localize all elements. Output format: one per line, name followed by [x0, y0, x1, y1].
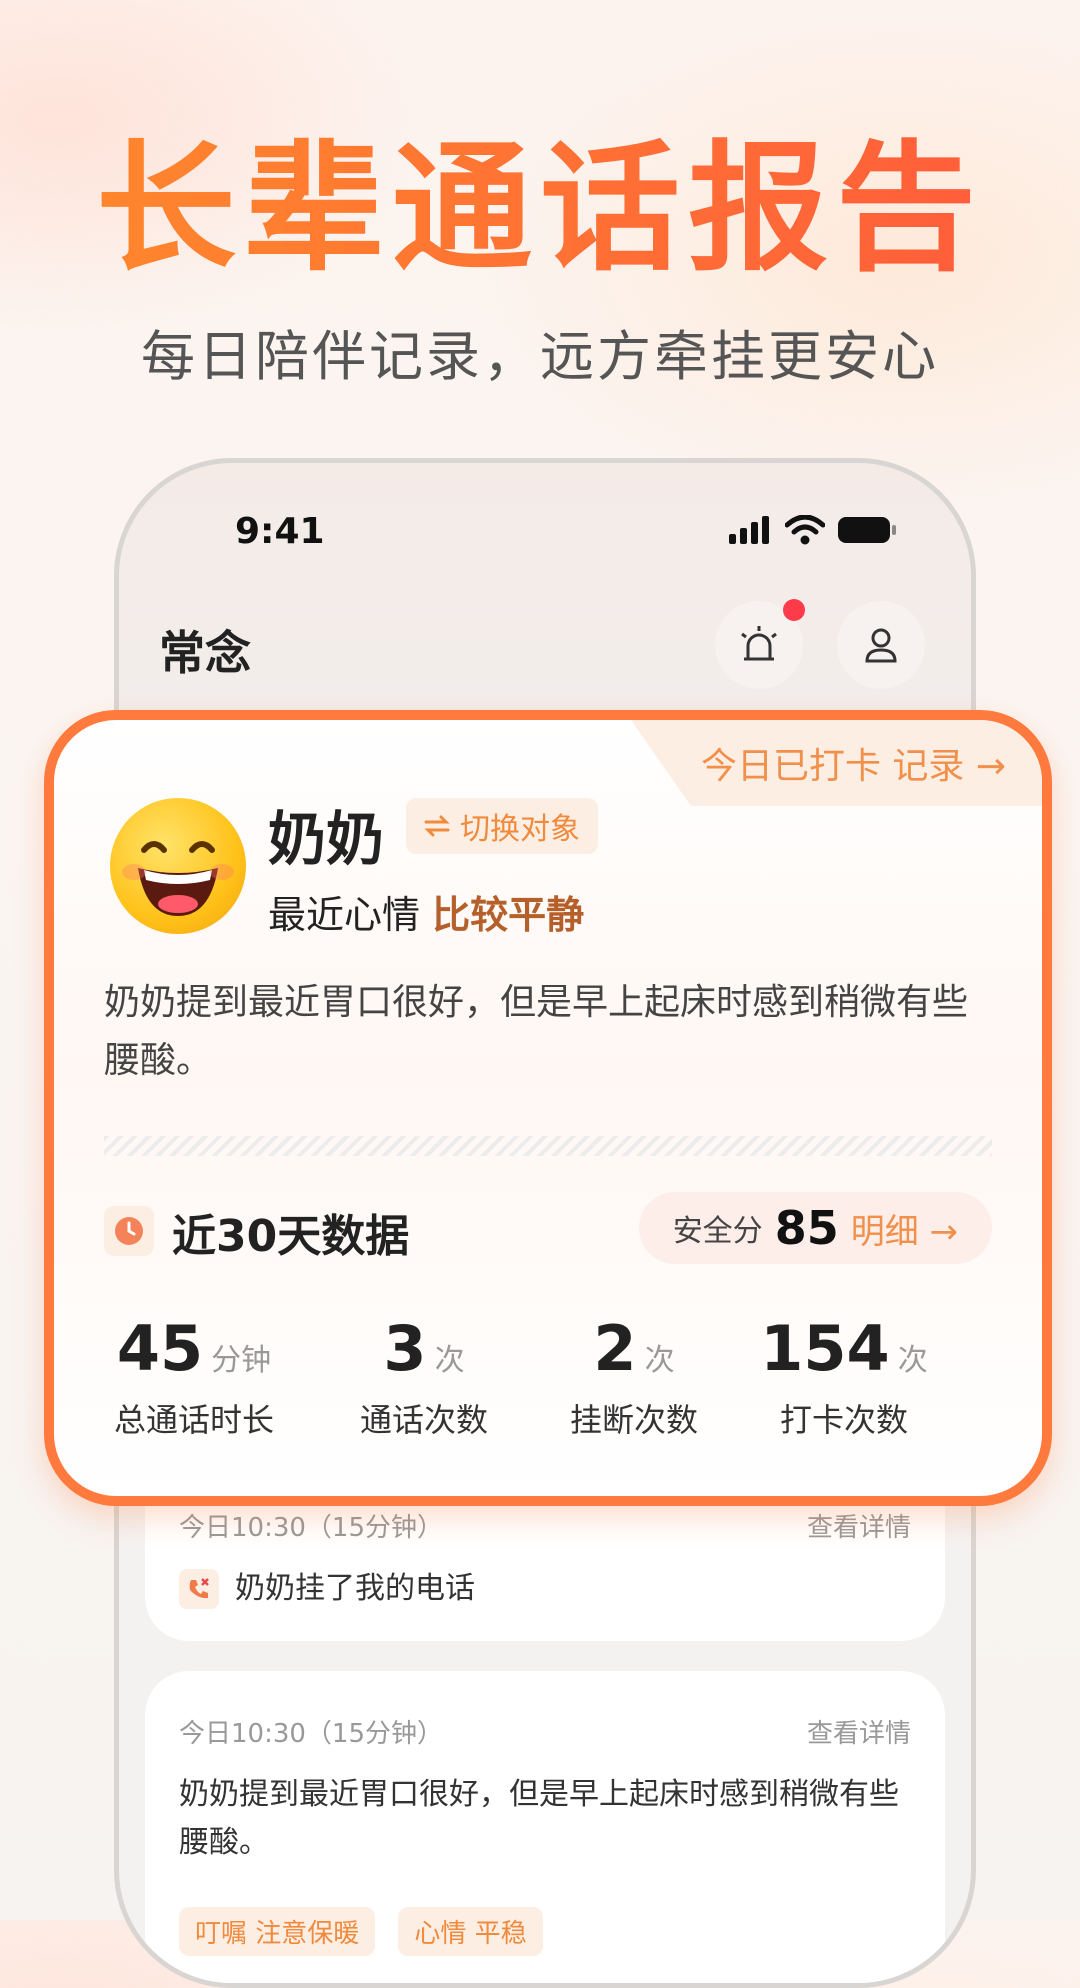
stat-checkin-count: 154 次 打卡次数 [734, 1312, 954, 1441]
safety-score-button[interactable]: 安全分 85 明细 → [638, 1192, 992, 1264]
mood-prefix: 最近心情 [268, 893, 421, 937]
stat-hangup-count: 2次 挂断次数 [524, 1312, 744, 1441]
status-icons [729, 515, 897, 545]
stat-unit: 次 [434, 1343, 465, 1378]
tag: 心情 平稳 [398, 1907, 543, 1956]
record-time: 今日10:30（15分钟） [179, 1719, 444, 1749]
stat-value: 2 [593, 1312, 637, 1385]
switch-target-button[interactable]: 切换对象 [406, 798, 598, 854]
stat-call-count: 3次 通话次数 [314, 1312, 534, 1441]
stat-value: 154 [760, 1312, 890, 1385]
stat-unit: 分钟 [211, 1343, 272, 1378]
user-icon [865, 628, 897, 663]
divider [104, 1136, 992, 1156]
elder-report-card: 今日已打卡 记录 → 奶奶 切换对象 最近心情 比较平静 奶奶提到最近胃口很好，… [44, 710, 1052, 1506]
battery-icon [838, 517, 896, 543]
switch-icon [424, 815, 450, 837]
mood-line: 最近心情 比较平静 [268, 884, 584, 939]
stat-unit: 次 [644, 1343, 675, 1378]
app-title: 常念 [159, 626, 251, 680]
elder-name: 奶奶 [268, 805, 385, 873]
tag: 叮嘱 注意保暖 [179, 1907, 376, 1956]
profile-button[interactable] [837, 601, 925, 689]
hero-subtitle: 每日陪伴记录，远方牵挂更安心 [141, 325, 939, 388]
mood-emoji-icon [110, 798, 246, 934]
record-detail-link[interactable]: 查看详情 [807, 1507, 911, 1544]
stat-value: 3 [383, 1312, 427, 1385]
cellular-signal-icon [729, 516, 769, 544]
score-value: 85 [774, 1201, 839, 1255]
checkin-record-link[interactable]: 今日已打卡 记录 → [630, 720, 1042, 806]
record-text: 奶奶提到最近胃口很好，但是早上起床时感到稍微有些腰酸。 [179, 1777, 899, 1860]
notification-dot [783, 599, 805, 621]
stat-label: 通话次数 [359, 1401, 488, 1439]
record-text: 奶奶挂了我的电话 [235, 1571, 475, 1606]
switch-target-label: 切换对象 [460, 812, 580, 847]
stat-label: 挂断次数 [569, 1401, 698, 1439]
stat-unit: 次 [897, 1343, 928, 1378]
record-tags: 叮嘱 注意保暖 心情 平稳 [179, 1907, 561, 1956]
stat-label: 总通话时长 [113, 1401, 274, 1439]
record-card[interactable]: 今日10:30（15分钟） 查看详情 奶奶提到最近胃口很好，但是早上起床时感到稍… [145, 1671, 945, 1983]
hero-title: 长辈通话报告 [0, 130, 1080, 290]
stat-value: 45 [116, 1312, 204, 1385]
status-time: 9:41 [235, 511, 325, 552]
record-detail-link[interactable]: 查看详情 [807, 1713, 911, 1750]
stat-label: 打卡次数 [779, 1401, 908, 1439]
section-title: 近30天数据 [172, 1211, 410, 1262]
clock-icon [104, 1206, 154, 1256]
wifi-icon [785, 515, 825, 545]
call-summary: 奶奶提到最近胃口很好，但是早上起床时感到稍微有些腰酸。 [104, 982, 969, 1081]
alert-button[interactable] [715, 599, 805, 689]
mood-value: 比较平静 [432, 893, 585, 937]
alarm-icon [741, 626, 777, 661]
hangup-icon [179, 1569, 219, 1609]
score-label: 安全分 [672, 1214, 763, 1249]
record-time: 今日10:30（15分钟） [179, 1513, 444, 1543]
stat-total-duration: 45 分钟 总通话时长 [84, 1312, 304, 1441]
score-detail-link: 明细 → [850, 1211, 958, 1252]
